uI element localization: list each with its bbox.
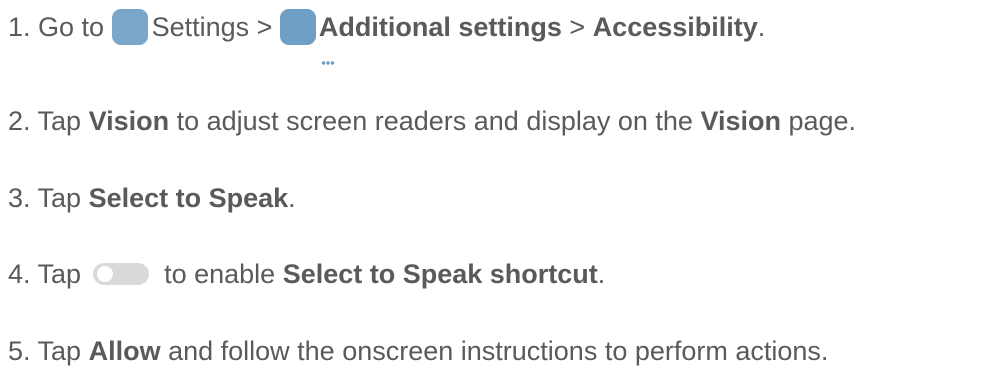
step-2: 2. Tap Vision to adjust screen readers a… (8, 103, 856, 139)
toggle-off-icon (92, 263, 149, 285)
settings-label: Settings (151, 12, 250, 42)
step-3-end: . (288, 183, 296, 213)
step-5-prefix: 5. Tap (8, 336, 89, 366)
step-5: 5. Tap Allow and follow the onscreen ins… (8, 333, 828, 369)
step-1-end: . (757, 12, 766, 42)
step-1-separator-1: > (249, 12, 280, 42)
allow-label: Allow (88, 336, 161, 366)
step-4-end: . (597, 259, 606, 289)
step-2-prefix: 2. Tap (8, 106, 89, 136)
step-3-prefix: 3. Tap (8, 183, 89, 213)
step-4-middle: to enable (156, 259, 283, 289)
step-1: 1. Go to Settings > Additional settings … (8, 9, 766, 75)
step-1-prefix: 1. Go to (8, 12, 112, 42)
step-5-end: and follow the onscreen instructions to … (160, 336, 829, 366)
ellipsis-chat-icon (279, 9, 339, 74)
step-2-middle: to adjust screen readers and display on … (169, 106, 701, 136)
step-1-separator-2: > (561, 12, 593, 42)
toggle-knob (96, 266, 113, 282)
accessibility-label: Accessibility (592, 12, 758, 42)
step-2-end: page. (780, 106, 857, 136)
vision-label-1: Vision (88, 106, 170, 136)
additional-settings-label: Additional settings (318, 12, 562, 42)
step-4-prefix: 4. Tap (8, 259, 89, 289)
vision-label-2: Vision (700, 106, 781, 136)
step-3: 3. Tap Select to Speak . (8, 180, 296, 216)
settings-gear-icon (111, 9, 172, 75)
step-4: 4. Tap to enable Select to Speak shortcu… (8, 256, 605, 292)
select-to-speak-shortcut-label: Select to Speak shortcut (282, 259, 598, 289)
select-to-speak-label: Select to Speak (88, 183, 289, 213)
